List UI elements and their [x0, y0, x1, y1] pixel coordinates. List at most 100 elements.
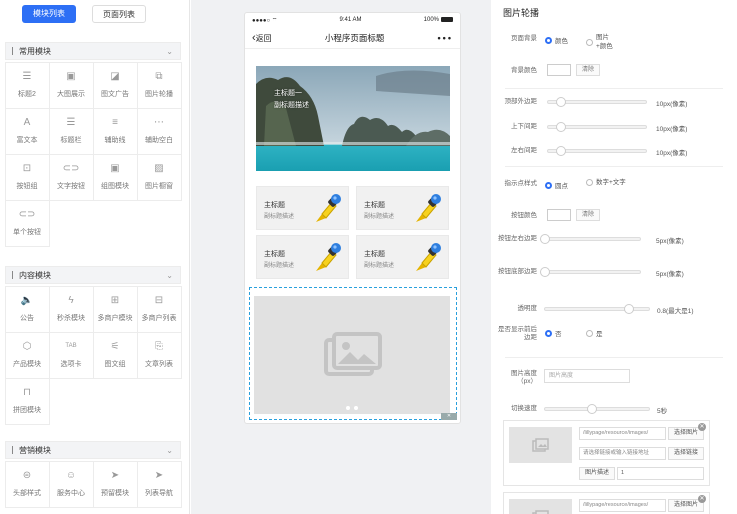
- module-list[interactable]: ☰ 标题2: [4, 61, 50, 109]
- module-button-group[interactable]: ⊡ 按钮组: [4, 153, 50, 201]
- paint-dropper-icon: [316, 194, 341, 222]
- back-button[interactable]: ‹返回: [252, 32, 272, 44]
- bg-color-swatch[interactable]: [547, 64, 571, 76]
- selected-carousel-module[interactable]: ✕: [249, 287, 457, 420]
- module-flash-sale[interactable]: ϟ 秒杀模块: [48, 285, 94, 333]
- section-header-content[interactable]: 内容模块 ⌄: [5, 266, 181, 284]
- module-label: 标题2: [18, 91, 36, 98]
- banner-subtitle: 副标题描述: [274, 102, 309, 109]
- tab-page-list[interactable]: 页面列表: [92, 5, 146, 23]
- padding-vertical-slider[interactable]: [547, 122, 647, 132]
- radio-label: 颜色: [555, 38, 568, 45]
- switch-speed-slider[interactable]: [544, 404, 650, 414]
- image-module-icon: ▣: [110, 163, 120, 174]
- slider-knob[interactable]: [540, 267, 550, 277]
- image-text-card[interactable]: 主标题 副标题描述: [256, 186, 349, 230]
- module-rich-text[interactable]: A 富文本: [4, 107, 50, 155]
- opacity-label: 透明度: [517, 305, 538, 312]
- module-title-bar[interactable]: ☰ 标题栏: [48, 107, 94, 155]
- tab-module-list[interactable]: 模块列表: [22, 5, 76, 23]
- btn-lr-margin-slider[interactable]: [540, 234, 641, 244]
- module-image-text-ad[interactable]: ◪ 图文广告: [92, 61, 138, 109]
- image-path-field[interactable]: /lillypage/resource/images/: [579, 427, 666, 440]
- divider: [505, 166, 723, 167]
- button-color-swatch[interactable]: [547, 209, 571, 221]
- radio-no[interactable]: 否: [545, 328, 562, 338]
- slider-knob[interactable]: [556, 122, 566, 132]
- clear-bg-color-button[interactable]: 清除: [576, 64, 600, 76]
- text-button-icon: ⊂⊃: [62, 163, 80, 174]
- image-text-card[interactable]: 主标题 副标题描述: [256, 235, 349, 279]
- image-text-card[interactable]: 主标题 副标题描述: [356, 235, 449, 279]
- module-image-gallery[interactable]: ▨ 图片橱窗: [136, 153, 182, 201]
- module-text-button[interactable]: ⊂⊃ 文字按钮: [48, 153, 94, 201]
- radio-color[interactable]: 颜色: [545, 35, 568, 45]
- radio-yes[interactable]: 是: [586, 328, 603, 338]
- card-subtitle: 副标题描述: [364, 214, 395, 220]
- delete-tag[interactable]: ✕: [441, 413, 457, 420]
- margin-top-slider[interactable]: [547, 97, 647, 107]
- section-header-marketing[interactable]: 营销模块 ⌄: [5, 441, 181, 459]
- slider-knob[interactable]: [540, 234, 550, 244]
- card-subtitle: 副标题描述: [364, 263, 395, 269]
- image-thumbnail[interactable]: [509, 427, 572, 463]
- module-image[interactable]: ▣ 大图展示: [48, 61, 94, 109]
- module-label: 文章列表: [145, 361, 173, 368]
- slider-knob[interactable]: [556, 97, 566, 107]
- padding-horizontal-slider[interactable]: [547, 146, 647, 156]
- module-service-center[interactable]: ☺ 服务中心: [48, 460, 94, 508]
- more-menu-icon[interactable]: •••: [438, 33, 453, 43]
- btn-bottom-margin-slider[interactable]: [540, 267, 641, 277]
- module-label: 图文广告: [101, 91, 129, 98]
- module-tab-card[interactable]: TAB 选项卡: [48, 331, 94, 379]
- image-path-field[interactable]: /lillypage/resource/images/: [579, 499, 666, 512]
- paint-dropper-icon: [416, 194, 441, 222]
- radio-image-color[interactable]: 图片+颜色: [586, 33, 618, 51]
- module-spacer[interactable]: ⋯ 辅助空白: [136, 107, 182, 155]
- marketing-module-grid: ⊜ 头部样式 ☺ 服务中心 ➤ 预留模块 ➤ 列表导航: [4, 460, 182, 508]
- banner-carousel[interactable]: 主标题一 副标题描述: [256, 66, 450, 171]
- module-header-style[interactable]: ⊜ 头部样式: [4, 460, 50, 508]
- module-appointment[interactable]: ➤ 预留模块: [92, 460, 138, 508]
- clear-button-color-button[interactable]: 清除: [576, 209, 600, 221]
- select-link-button[interactable]: 选择链接: [668, 447, 704, 460]
- module-divider-line[interactable]: ≡ 辅助线: [92, 107, 138, 155]
- module-label: 列表导航: [145, 490, 173, 497]
- tab-card-icon: TAB: [65, 343, 77, 349]
- close-icon[interactable]: ✕: [698, 495, 706, 503]
- image-desc-input[interactable]: 1: [617, 467, 704, 480]
- link-field[interactable]: 请选择链接或输入链接地址: [579, 447, 666, 460]
- module-multi-merchant[interactable]: ⊞ 多商户模块: [92, 285, 138, 333]
- module-image-module[interactable]: ▣ 组图模块: [92, 153, 138, 201]
- module-label: 文字按钮: [57, 183, 85, 190]
- module-label: 辅助空白: [145, 137, 173, 144]
- module-product[interactable]: ⬡ 产品模块: [4, 331, 50, 379]
- slider-knob[interactable]: [556, 146, 566, 156]
- module-announcement[interactable]: 🔈 公告: [4, 285, 50, 333]
- image-text-card[interactable]: 主标题 副标题描述: [356, 186, 449, 230]
- close-icon[interactable]: ✕: [698, 423, 706, 431]
- img-height-input[interactable]: 图片高度: [544, 369, 630, 383]
- module-coupon[interactable]: ⊓ 拼团模块: [4, 377, 50, 425]
- radio-dot-style[interactable]: 圆点: [545, 180, 568, 190]
- slider-knob[interactable]: [624, 304, 634, 314]
- opacity-slider[interactable]: [544, 304, 650, 314]
- radio-number-text[interactable]: 数字+文字: [586, 178, 626, 187]
- bg-color-label: 背景颜色: [511, 67, 537, 74]
- card-title: 主标题: [264, 251, 285, 258]
- image-thumbnail[interactable]: [509, 499, 572, 514]
- slider-knob[interactable]: [587, 404, 597, 414]
- module-label: 拼团模块: [13, 407, 41, 414]
- divider: [505, 357, 723, 358]
- section-header-common[interactable]: 常用模块 ⌄: [5, 42, 181, 60]
- module-article-group[interactable]: ⚟ 图文组: [92, 331, 138, 379]
- module-merchant-list[interactable]: ⊟ 多商户列表: [136, 285, 182, 333]
- module-list-nav[interactable]: ➤ 列表导航: [136, 460, 182, 508]
- chevron-down-icon[interactable]: ⌄: [166, 446, 173, 455]
- module-carousel[interactable]: ⧉ 图片轮播: [136, 61, 182, 109]
- switch-speed-value: 5秒: [657, 408, 668, 415]
- module-single-button[interactable]: ⊂⊃ 单个按钮: [4, 199, 50, 247]
- chevron-down-icon[interactable]: ⌄: [166, 47, 173, 56]
- module-article-list[interactable]: ⎘ 文章列表: [136, 331, 182, 379]
- chevron-down-icon[interactable]: ⌄: [166, 271, 173, 280]
